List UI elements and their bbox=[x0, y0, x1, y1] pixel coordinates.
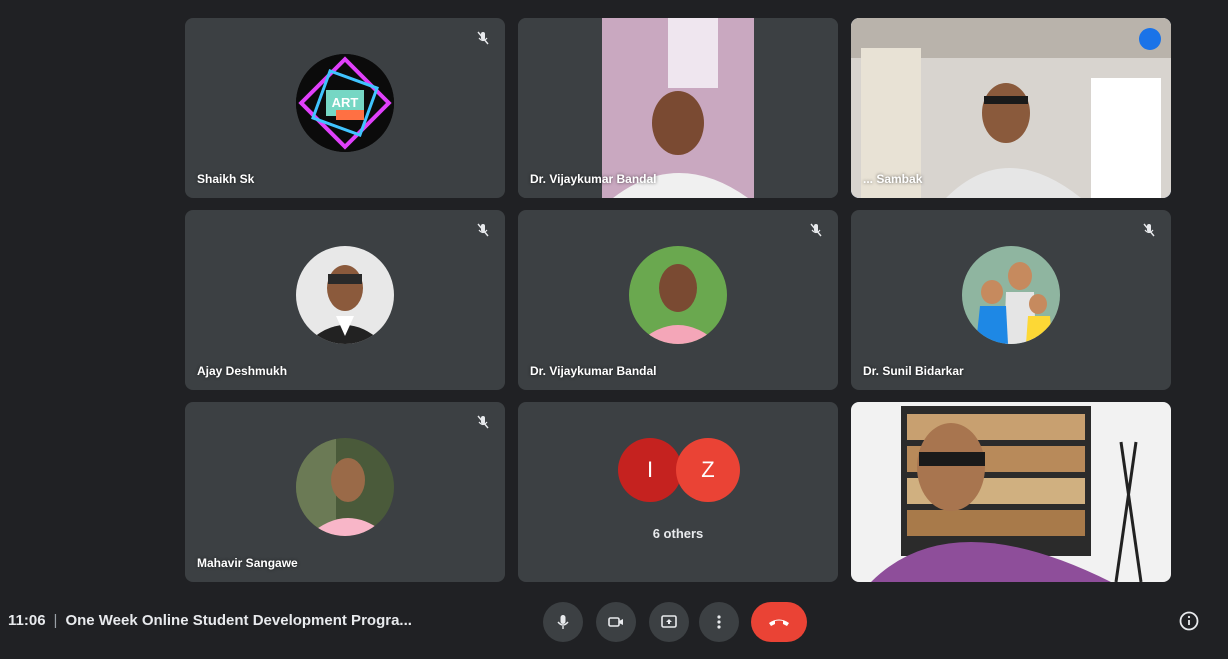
avatar bbox=[296, 438, 394, 536]
avatar bbox=[962, 246, 1060, 344]
participant-tile-ajay[interactable]: Ajay Deshmukh bbox=[185, 210, 505, 390]
participant-tile-shaikh[interactable]: ART Shaikh Sk bbox=[185, 18, 505, 198]
present-icon bbox=[661, 615, 677, 628]
participant-name: Ajay Deshmukh bbox=[197, 364, 288, 378]
meeting-time: 11:06 bbox=[8, 612, 46, 629]
meeting-info: 11:06 | One Week Online Student Developmen… bbox=[8, 612, 412, 629]
participant-tile-vijaykumar[interactable]: Dr. Vijaykumar Bandal bbox=[518, 210, 838, 390]
participant-tile-self-video[interactable] bbox=[851, 402, 1171, 582]
participant-name: Shaikh Sk bbox=[197, 172, 255, 186]
mic-off-icon bbox=[477, 223, 489, 237]
others-count-label: 6 others bbox=[652, 526, 704, 541]
participant-name: Mahavir Sangawe bbox=[197, 556, 298, 570]
speaking-indicator-icon bbox=[1139, 28, 1161, 50]
participant-name: ... Sambak bbox=[863, 172, 923, 186]
camera-button[interactable] bbox=[596, 602, 636, 642]
bottom-control-bar: 11:06 | One Week Online Student Developmen… bbox=[0, 590, 1228, 659]
participant-initial-avatar: Z bbox=[676, 438, 740, 502]
more-options-button[interactable] bbox=[699, 602, 739, 642]
mic-button[interactable] bbox=[543, 602, 583, 642]
meeting-title: One Week Online Student Development Prog… bbox=[65, 612, 412, 629]
logo-text: ART bbox=[332, 95, 359, 110]
mic-off-icon bbox=[477, 31, 489, 45]
more-icon bbox=[717, 615, 721, 629]
present-button[interactable] bbox=[649, 602, 689, 642]
participant-video bbox=[851, 18, 1171, 198]
end-call-icon bbox=[769, 619, 789, 626]
separator: | bbox=[53, 612, 58, 629]
participant-initial-avatar: I bbox=[618, 438, 682, 502]
others-tile[interactable]: I Z 6 others bbox=[518, 402, 838, 582]
mic-icon bbox=[557, 615, 569, 629]
participant-name: Dr. Sunil Bidarkar bbox=[863, 364, 964, 378]
participant-tile-vijaykumar-video[interactable]: Dr. Vijaykumar Bandal bbox=[518, 18, 838, 198]
participant-name: Dr. Vijaykumar Bandal bbox=[530, 364, 657, 378]
avatar: ART bbox=[296, 54, 394, 152]
avatar bbox=[629, 246, 727, 344]
mic-off-icon bbox=[477, 415, 489, 429]
participant-video bbox=[851, 402, 1171, 582]
mic-off-icon bbox=[810, 223, 822, 237]
end-call-button[interactable] bbox=[751, 602, 807, 642]
participant-video bbox=[518, 18, 838, 198]
info-icon[interactable] bbox=[1178, 610, 1200, 632]
participant-tile-sunil[interactable]: Dr. Sunil Bidarkar bbox=[851, 210, 1171, 390]
avatar bbox=[296, 246, 394, 344]
participant-tile-mahavir[interactable]: Mahavir Sangawe bbox=[185, 402, 505, 582]
participant-tile-speaking[interactable]: ... Sambak bbox=[851, 18, 1171, 198]
camera-icon bbox=[608, 617, 623, 627]
mic-off-icon bbox=[1143, 223, 1155, 237]
participant-name: Dr. Vijaykumar Bandal bbox=[530, 172, 657, 186]
